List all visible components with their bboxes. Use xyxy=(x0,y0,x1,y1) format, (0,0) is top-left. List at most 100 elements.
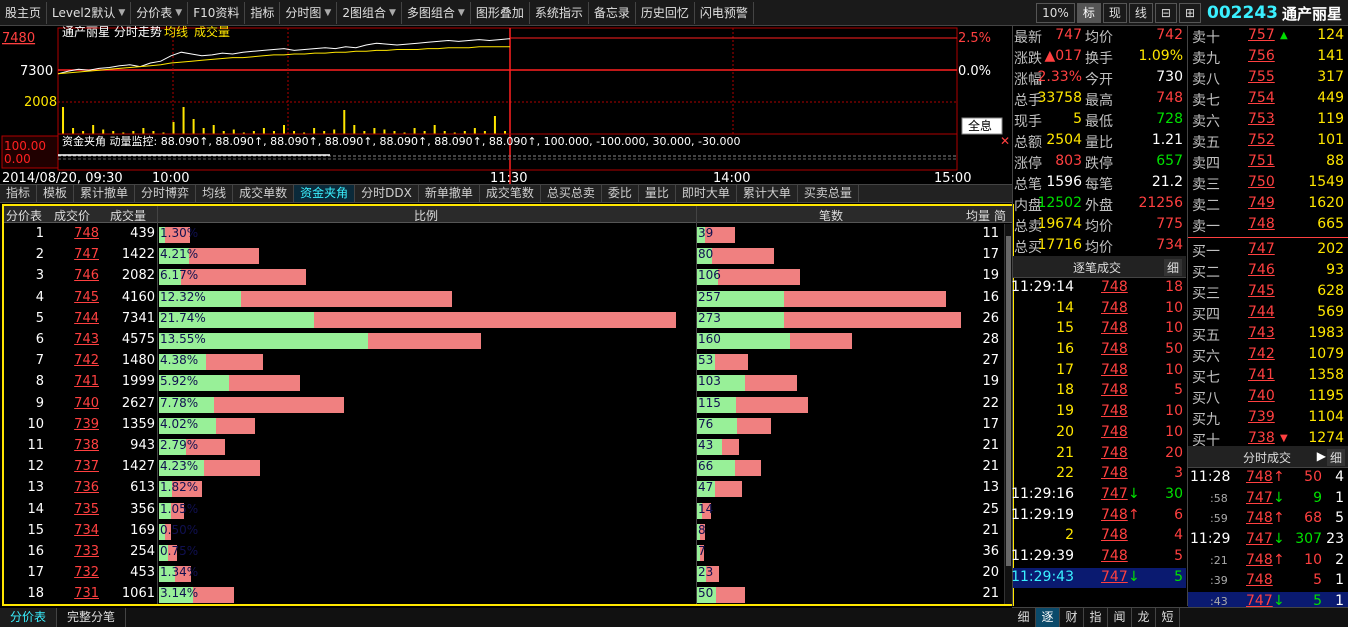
table-row[interactable]: 3 746 2082 6.17% 106 19 xyxy=(4,266,1004,287)
header-idx[interactable]: 分价表 xyxy=(6,207,42,224)
table-row[interactable]: 14 735 356 1.05% 14 25 xyxy=(4,500,1004,521)
table-row[interactable]: 13 736 613 1.82% 47 13 xyxy=(4,478,1004,499)
book-row[interactable]: 卖五 752 101 xyxy=(1188,131,1348,152)
tick-row[interactable]: 11:29:16 747 ↓ 30 xyxy=(1011,485,1186,506)
chevron-down-icon[interactable]: ▼ xyxy=(324,3,331,23)
minute-detail-button[interactable]: 细 xyxy=(1326,449,1345,466)
tick-row[interactable]: 18 748 5 xyxy=(1013,381,1186,402)
right-tab-0[interactable]: 10% xyxy=(1036,3,1075,23)
intraday-chart[interactable]: 7480 7300 2008 2.5% 0.0% 通产丽星 分时走势 均线 成交量 全息 100.… xyxy=(0,26,1012,184)
book-row[interactable]: 卖八 755 317 xyxy=(1188,68,1348,89)
indicator-tab-14[interactable]: 累计大单 xyxy=(737,185,798,202)
book-row[interactable]: 卖三 750 1549 xyxy=(1188,173,1348,194)
right-tab-2[interactable]: 现 xyxy=(1102,3,1127,23)
book-row[interactable]: 卖一 748 665 xyxy=(1188,215,1348,236)
indicator-tab-7[interactable]: 分时DDX xyxy=(355,185,419,202)
tick-row[interactable]: 11:29:43 747 ↓ 5 xyxy=(1011,567,1186,589)
minute-trade-row[interactable]: 11:28 748 ↑ 50 4 xyxy=(1188,468,1348,489)
book-row[interactable]: 买七 741 1358 xyxy=(1188,366,1348,387)
table-row[interactable]: 2 747 1422 4.21% 80 17 xyxy=(4,245,1004,266)
tick-row[interactable]: 15 748 10 xyxy=(1013,319,1186,340)
table-row[interactable]: 7 742 1480 4.38% 53 27 xyxy=(4,351,1004,372)
right-bottom-tab-3[interactable]: 指 xyxy=(1084,608,1108,627)
restore-icon[interactable]: ⊞ xyxy=(1178,3,1201,23)
book-row[interactable]: 买八 740 1195 xyxy=(1188,387,1348,408)
right-bottom-tab-6[interactable]: 短 xyxy=(1156,608,1180,627)
table-row[interactable]: 9 740 2627 7.78% 115 22 xyxy=(4,394,1004,415)
indicator-tab-13[interactable]: 即时大单 xyxy=(676,185,737,202)
book-row[interactable]: 卖七 754 449 xyxy=(1188,89,1348,110)
tick-header-title[interactable]: 逐笔成交 xyxy=(1073,259,1121,276)
window-icon[interactable]: ⊟ xyxy=(1154,3,1177,23)
indicator-tab-1[interactable]: 模板 xyxy=(37,185,75,202)
minute-trades-title[interactable]: 分时成交 xyxy=(1243,449,1291,466)
tick-row[interactable]: 19 748 10 xyxy=(1013,402,1186,423)
close-icon[interactable]: ✕ xyxy=(1000,134,1010,148)
tick-row[interactable]: 16 748 50 xyxy=(1013,340,1186,361)
bottom-tab-0[interactable]: 分价表 xyxy=(0,608,58,627)
toolbar-button-1[interactable]: Level2默认 ▼ xyxy=(47,1,132,24)
tick-row[interactable]: 2 748 4 xyxy=(1013,526,1186,547)
tick-row[interactable]: 11:29:39 748 5 xyxy=(1011,547,1186,568)
intraday-chart-svg[interactable]: 7480 7300 2008 2.5% 0.0% 通产丽星 分时走势 均线 成交量全息 100.… xyxy=(0,26,1012,184)
toolbar-button-3[interactable]: F10资料 xyxy=(188,1,246,24)
toolbar-button-11[interactable]: 历史回忆 xyxy=(636,1,695,24)
book-row[interactable]: 买一 747 202 xyxy=(1188,240,1348,261)
tick-row[interactable]: 17 748 10 xyxy=(1013,361,1186,382)
toolbar-button-9[interactable]: 系统指示 xyxy=(530,1,589,24)
right-bottom-tab-1[interactable]: 逐 xyxy=(1036,608,1060,627)
book-row[interactable]: 卖二 749 1620 xyxy=(1188,194,1348,215)
table-row[interactable]: 16 733 254 0.75% 7 36 xyxy=(4,542,1004,563)
book-row[interactable]: 买二 746 93 xyxy=(1188,261,1348,282)
book-row[interactable]: 买四 744 569 xyxy=(1188,303,1348,324)
indicator-tab-15[interactable]: 买卖总量 xyxy=(798,185,859,202)
header-volume[interactable]: 成交量 xyxy=(110,207,146,224)
table-row[interactable]: 6 743 4575 13.55% 160 28 xyxy=(4,330,1004,351)
tick-row[interactable]: 11:29:14 748 18 xyxy=(1011,278,1186,299)
book-row[interactable]: 买五 743 1983 xyxy=(1188,324,1348,345)
chevron-down-icon[interactable]: ▼ xyxy=(118,3,125,23)
right-bottom-tab-4[interactable]: 闻 xyxy=(1108,608,1132,627)
minute-trade-row[interactable]: 11:29 747 ↓ 307 23 xyxy=(1188,530,1348,551)
header-brief[interactable]: 简 xyxy=(994,207,1006,224)
toolbar-button-7[interactable]: 多图组合 ▼ xyxy=(402,1,471,24)
header-price[interactable]: 成交价 xyxy=(54,207,90,224)
indicator-tab-9[interactable]: 成交笔数 xyxy=(480,185,541,202)
indicator-tab-2[interactable]: 累计撤单 xyxy=(74,185,136,202)
header-count[interactable]: 笔数 xyxy=(819,207,843,224)
full-button[interactable]: 全息 xyxy=(968,118,992,133)
indicator-tab-8[interactable]: 新单撤单 xyxy=(419,185,480,202)
table-row[interactable]: 11 738 943 2.79% 43 21 xyxy=(4,436,1004,457)
tick-row[interactable]: 21 748 20 xyxy=(1013,444,1186,465)
indicator-tab-10[interactable]: 总买总卖 xyxy=(541,185,602,202)
bottom-tab-1[interactable]: 完整分笔 xyxy=(57,608,127,627)
right-bottom-tab-2[interactable]: 财 xyxy=(1060,608,1084,627)
indicator-tab-12[interactable]: 量比 xyxy=(639,185,676,202)
tick-row[interactable]: 20 748 10 xyxy=(1013,423,1186,444)
table-row[interactable]: 17 732 453 1.34% 23 20 xyxy=(4,563,1004,584)
play-icon[interactable]: ▶ xyxy=(1317,449,1326,463)
minute-trade-row[interactable]: :59 748 ↑ 68 5 xyxy=(1188,509,1348,530)
toolbar-button-10[interactable]: 备忘录 xyxy=(589,1,636,24)
toolbar-button-5[interactable]: 分时图 ▼ xyxy=(280,1,338,24)
right-tab-1[interactable]: 标 xyxy=(1076,3,1101,23)
toolbar-button-2[interactable]: 分价表 ▼ xyxy=(131,1,189,24)
tick-detail-button[interactable]: 细 xyxy=(1163,259,1182,276)
header-avg[interactable]: 均量 xyxy=(966,207,990,224)
tick-row[interactable]: 14 748 10 xyxy=(1013,299,1186,320)
header-ratio[interactable]: 比例 xyxy=(414,207,438,224)
minute-trade-row[interactable]: :21 748 ↑ 10 2 xyxy=(1188,551,1348,572)
book-row[interactable]: 买三 745 628 xyxy=(1188,282,1348,303)
book-row[interactable]: 买六 742 1079 xyxy=(1188,345,1348,366)
indicator-tab-0[interactable]: 指标 xyxy=(0,185,38,202)
indicator-tab-11[interactable]: 委比 xyxy=(602,185,639,202)
tick-row[interactable]: 22 748 3 xyxy=(1013,464,1186,485)
table-row[interactable]: 8 741 1999 5.92% 103 19 xyxy=(4,372,1004,393)
book-row[interactable]: 卖九 756 141 xyxy=(1188,47,1348,68)
chevron-down-icon[interactable]: ▼ xyxy=(175,3,182,23)
table-row[interactable]: 12 737 1427 4.23% 66 21 xyxy=(4,457,1004,478)
toolbar-button-6[interactable]: 2图组合 ▼ xyxy=(337,1,402,24)
toolbar-button-8[interactable]: 图形叠加 xyxy=(471,1,530,24)
toolbar-button-12[interactable]: 闪电预警 xyxy=(695,1,754,24)
minute-trade-row[interactable]: :58 747 ↓ 9 1 xyxy=(1188,489,1348,510)
